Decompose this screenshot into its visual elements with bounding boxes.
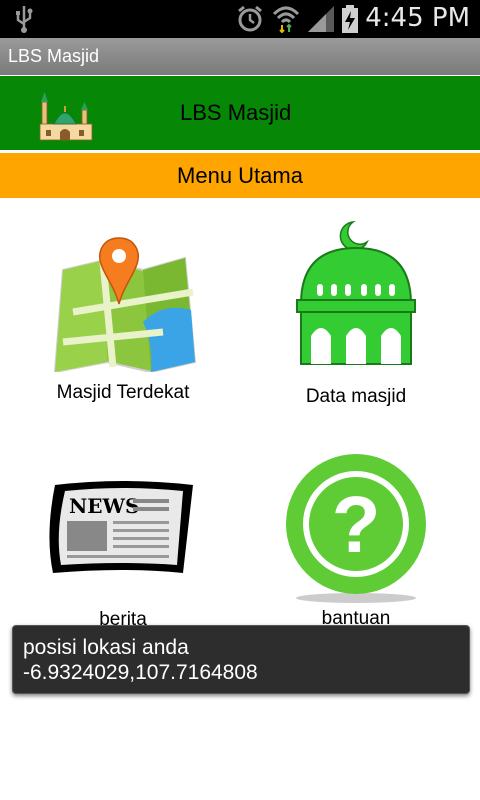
- help-icon: ?: [286, 454, 426, 603]
- location-toast: posisi lokasi anda -6.9324029,107.716480…: [12, 625, 470, 694]
- menu-item-data-masjid[interactable]: Data masjid: [256, 218, 456, 408]
- menu-item-masjid-terdekat[interactable]: Masjid Terdekat: [23, 232, 223, 404]
- status-time: 4:45 PM: [365, 3, 470, 33]
- menu-item-label: Data masjid: [305, 386, 407, 407]
- mosque-icon: [296, 220, 416, 365]
- title-bar: LBS Masjid: [0, 38, 480, 75]
- app-title: LBS Masjid: [8, 46, 100, 66]
- toast-coordinates: -6.9324029,107.7164808: [23, 661, 258, 684]
- toast-message: posisi lokasi anda: [23, 636, 189, 659]
- menu-item-bantuan[interactable]: ? bantuan: [256, 448, 456, 630]
- alarm-icon: [238, 5, 262, 32]
- svg-text:NEWS: NEWS: [69, 494, 139, 518]
- wifi-icon: [272, 6, 300, 34]
- header-title: LBS Masjid: [180, 100, 292, 125]
- map-pin-icon: [53, 237, 197, 372]
- svg-text:?: ?: [332, 480, 381, 569]
- newspaper-icon: NEWS: [49, 481, 193, 573]
- menu-item-label: Masjid Terdekat: [56, 382, 190, 403]
- menu-item-berita[interactable]: NEWS berita: [23, 475, 223, 631]
- status-bar: 4:45 PM: [0, 0, 480, 38]
- usb-icon: [16, 6, 33, 33]
- menu-bar: Menu Utama: [0, 153, 480, 198]
- menu-title: Menu Utama: [177, 163, 303, 188]
- app-header: LBS Masjid: [0, 76, 480, 150]
- signal-icon: [308, 6, 334, 32]
- battery-charging-icon: [342, 5, 358, 33]
- mosque-logo-icon: [39, 92, 93, 141]
